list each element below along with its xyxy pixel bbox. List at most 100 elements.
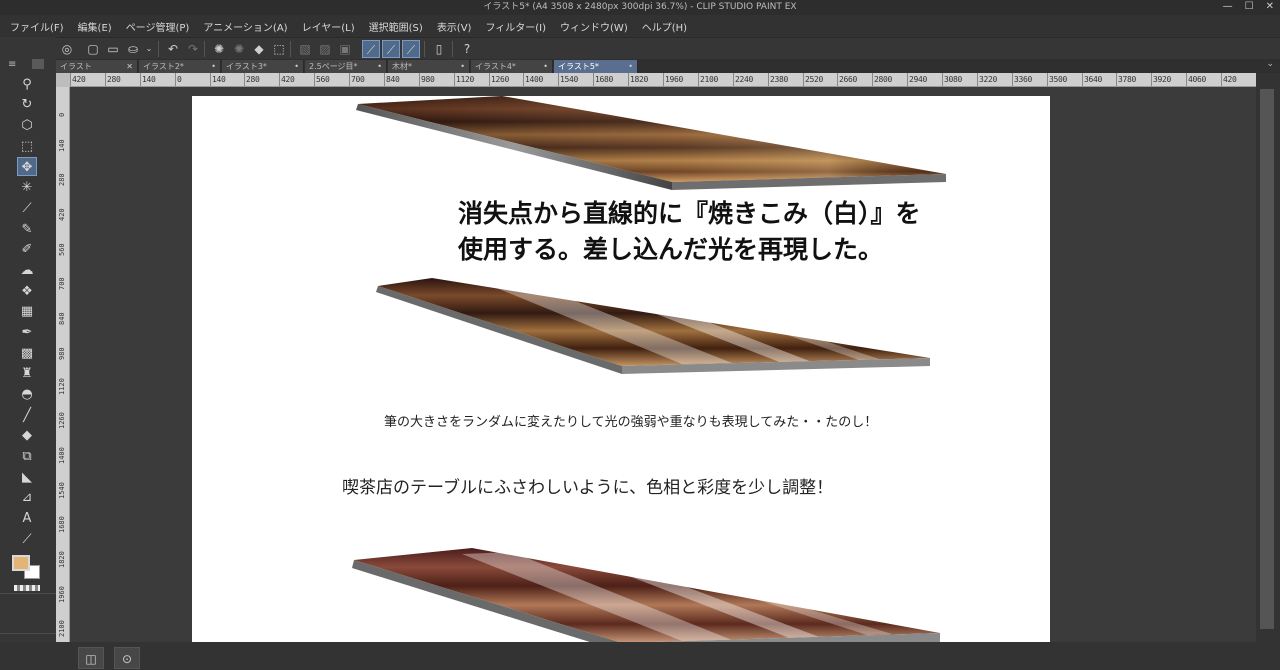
clear-selection-icon[interactable]: ✺ bbox=[230, 40, 248, 58]
horizontal-ruler: 420 280 140 0 140 280 420 560 700 840 980 1120 1260 1… bbox=[70, 73, 1256, 87]
ruler-tick bbox=[803, 73, 804, 86]
rotate-icon[interactable]: ↻ bbox=[17, 95, 37, 114]
pencil-icon[interactable]: ✐ bbox=[17, 240, 37, 259]
ruler-label: 1680 bbox=[58, 516, 66, 533]
close-icon[interactable]: • bbox=[543, 60, 548, 73]
close-icon[interactable]: • bbox=[460, 60, 465, 73]
brush-icon[interactable]: ☁ bbox=[17, 261, 37, 280]
tab-illust2[interactable]: イラスト2* • bbox=[139, 60, 221, 73]
close-icon[interactable]: ✕ bbox=[126, 60, 133, 73]
text-icon[interactable]: A bbox=[17, 509, 37, 528]
snap-guide-icon[interactable]: ⟋ bbox=[402, 40, 420, 58]
ruler-tick bbox=[837, 73, 838, 86]
vertical-scrollbar[interactable] bbox=[1256, 73, 1280, 642]
menu-page[interactable]: ページ管理(P) bbox=[126, 19, 190, 34]
ruler-label: 140 bbox=[142, 75, 156, 84]
decoration-icon[interactable]: ❖ bbox=[17, 282, 37, 301]
navigator-icon[interactable]: ⊙ bbox=[114, 647, 140, 669]
menu-file[interactable]: ファイル(F) bbox=[10, 19, 64, 34]
transform-icon[interactable]: ⬚ bbox=[270, 40, 288, 58]
eyedropper-icon[interactable]: ⟋ bbox=[17, 199, 37, 218]
fill-bucket-icon[interactable]: ◓ bbox=[17, 385, 37, 404]
minimize-button[interactable]: — bbox=[1223, 0, 1233, 15]
tab-page25[interactable]: 2.5ページ目* • bbox=[305, 60, 387, 73]
tab-wood[interactable]: 木材* • bbox=[388, 60, 470, 73]
menu-help[interactable]: ヘルプ(H) bbox=[642, 19, 687, 34]
tab-illust3[interactable]: イラスト3* • bbox=[222, 60, 304, 73]
operation-icon[interactable]: ⊿ bbox=[17, 488, 37, 507]
ruler-label: 1820 bbox=[58, 551, 66, 568]
tab-illust1[interactable]: イラスト ✕ bbox=[56, 60, 138, 73]
ruler-icon[interactable]: ◣ bbox=[17, 468, 37, 487]
tab-label: イラスト2* bbox=[143, 62, 184, 71]
snap-special-ruler-icon[interactable]: ⟋ bbox=[362, 40, 380, 58]
deselect-icon[interactable]: ✺ bbox=[210, 40, 228, 58]
snap-off-icon[interactable]: ▧ bbox=[296, 40, 314, 58]
menu-layer[interactable]: レイヤー(L) bbox=[302, 19, 355, 34]
tab-label: 2.5ページ目* bbox=[309, 62, 358, 71]
panel-layout-icon[interactable]: ◫ bbox=[78, 647, 104, 669]
ruler-tick bbox=[907, 73, 908, 86]
snap-perspective-icon[interactable]: ⟋ bbox=[382, 40, 400, 58]
menu-filter[interactable]: フィルター(I) bbox=[485, 19, 546, 34]
canvas-area[interactable]: 消失点から直線的に『焼きこみ（白）』を 使用する。差し込んだ光を再現した。 筆の… bbox=[70, 87, 1256, 642]
clip-studio-icon[interactable]: ◎ bbox=[58, 40, 76, 58]
gradient-icon[interactable]: ▩ bbox=[17, 344, 37, 363]
ruler-tick bbox=[1012, 73, 1013, 86]
smartphone-icon[interactable]: ▯ bbox=[430, 40, 448, 58]
ruler-label: 280 bbox=[107, 75, 121, 84]
fill-icon[interactable]: ◆ bbox=[250, 40, 268, 58]
tab-illust4[interactable]: イラスト4* • bbox=[471, 60, 553, 73]
zoom-icon[interactable]: ⚲ bbox=[17, 75, 37, 94]
close-button[interactable]: ✕ bbox=[1266, 0, 1274, 15]
ruler-label: 4060 bbox=[1188, 75, 1207, 84]
divider bbox=[452, 41, 453, 57]
ruler-label: 1960 bbox=[665, 75, 684, 84]
menu-animation[interactable]: アニメーション(A) bbox=[203, 19, 287, 34]
menu-view[interactable]: 表示(V) bbox=[437, 19, 472, 34]
object-select-icon[interactable]: ⬡ bbox=[17, 116, 37, 135]
maximize-button[interactable]: ☐ bbox=[1245, 0, 1254, 15]
panel-menu-icon[interactable]: ≡ bbox=[8, 59, 16, 70]
auto-select-icon[interactable]: ✳ bbox=[17, 178, 37, 197]
caption-large-line2: 使用する。差し込んだ光を再現した。 bbox=[458, 235, 884, 264]
scrollbar-thumb[interactable] bbox=[1260, 89, 1274, 629]
panel-toggle-icon[interactable] bbox=[32, 59, 44, 69]
chevron-down-icon[interactable]: ⌄ bbox=[1266, 59, 1274, 69]
move-icon[interactable]: ✥ bbox=[17, 157, 37, 176]
airbrush-icon[interactable]: ✒ bbox=[17, 323, 37, 342]
frame-icon[interactable]: ⧉ bbox=[17, 447, 37, 466]
close-icon[interactable]: • bbox=[628, 60, 633, 73]
caption-small: 筆の大きさをランダムに変えたりして光の強弱や重なりも表現してみた・・たのし！ bbox=[384, 415, 878, 430]
correct-line-icon[interactable]: ⟋ bbox=[17, 530, 37, 549]
help-icon[interactable]: ? bbox=[458, 40, 476, 58]
marquee-icon[interactable]: ⬚ bbox=[17, 137, 37, 156]
chevron-down-icon[interactable]: ⌄ bbox=[140, 40, 158, 58]
ruler-label: 840 bbox=[386, 75, 400, 84]
transparent-color-swatch[interactable] bbox=[14, 585, 40, 591]
eraser-icon[interactable]: ◆ bbox=[17, 426, 37, 445]
undo-icon[interactable]: ↶ bbox=[164, 40, 182, 58]
menu-window[interactable]: ウィンドウ(W) bbox=[560, 19, 628, 34]
snap-grid-icon[interactable]: ▣ bbox=[336, 40, 354, 58]
close-icon[interactable]: • bbox=[377, 60, 382, 73]
ruler-label: 3920 bbox=[1153, 75, 1172, 84]
new-file-icon[interactable]: ▢ bbox=[84, 40, 102, 58]
redo-icon[interactable]: ↷ bbox=[184, 40, 202, 58]
line-icon[interactable]: ╱ bbox=[17, 406, 37, 425]
ruler-tick bbox=[558, 73, 559, 86]
open-folder-icon[interactable]: ▭ bbox=[104, 40, 122, 58]
figure-icon[interactable]: ♜ bbox=[17, 364, 37, 383]
tab-illust5[interactable]: イラスト5* • bbox=[554, 60, 638, 73]
ruler-tick bbox=[628, 73, 629, 86]
main-color-swatch[interactable] bbox=[12, 555, 30, 571]
pen-icon[interactable]: ✎ bbox=[17, 220, 37, 239]
grid-icon[interactable]: ▦ bbox=[17, 302, 37, 321]
menu-selection[interactable]: 選択範囲(S) bbox=[369, 19, 423, 34]
divider bbox=[0, 633, 56, 634]
menu-edit[interactable]: 編集(E) bbox=[78, 19, 112, 34]
snap-ruler-icon[interactable]: ▨ bbox=[316, 40, 334, 58]
close-icon[interactable]: • bbox=[294, 60, 299, 73]
close-icon[interactable]: • bbox=[211, 60, 216, 73]
canvas-paper[interactable]: 消失点から直線的に『焼きこみ（白）』を 使用する。差し込んだ光を再現した。 筆の… bbox=[192, 96, 1050, 642]
